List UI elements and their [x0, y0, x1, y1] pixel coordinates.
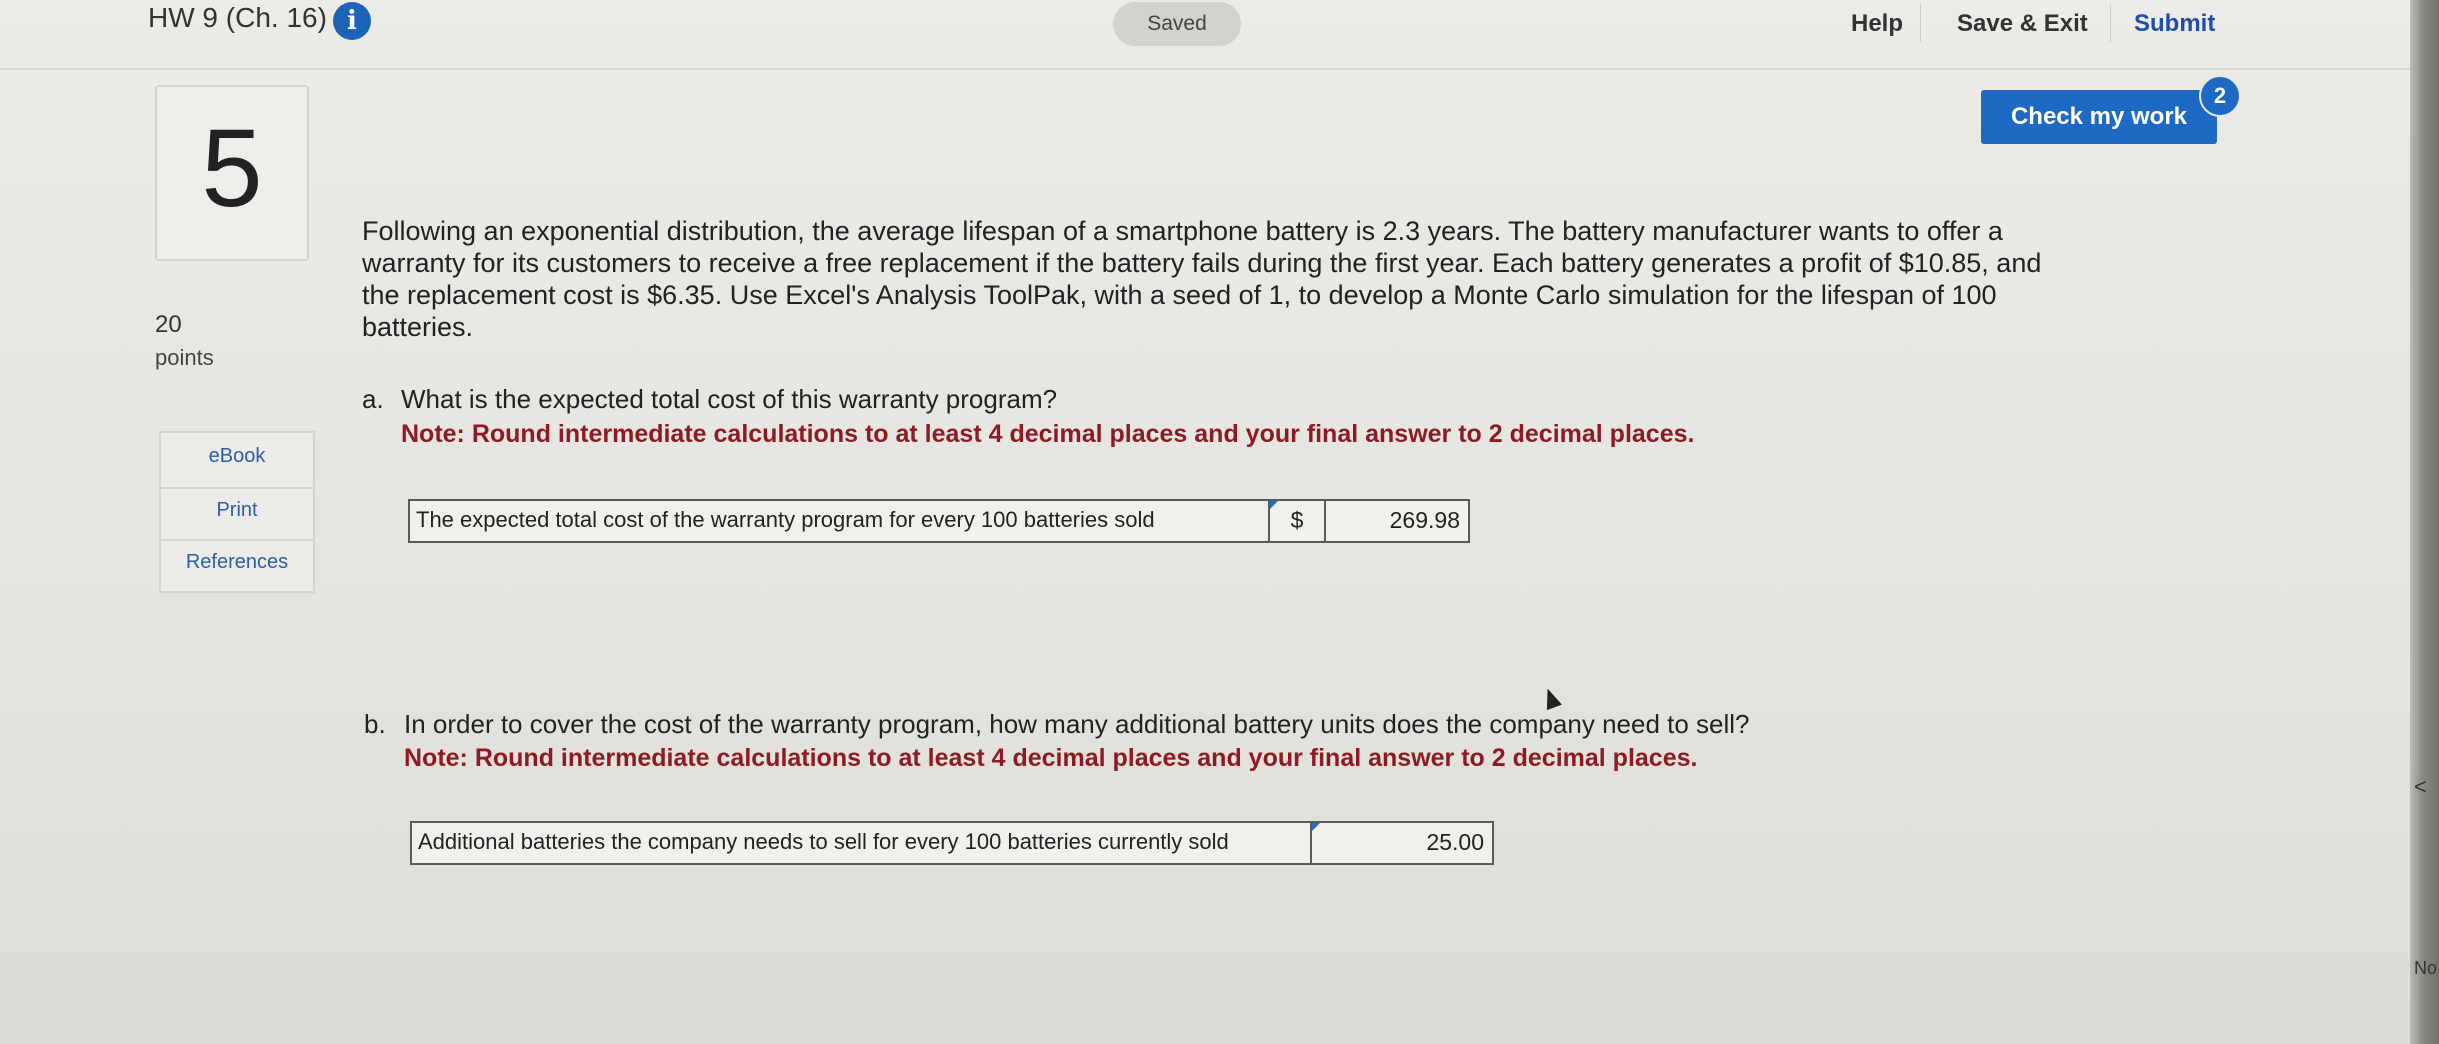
check-my-work-button[interactable]: Check my work: [1981, 90, 2217, 144]
help-link[interactable]: Help: [1851, 10, 1903, 38]
question-number: 5: [201, 107, 263, 230]
part-a-answer-row: The expected total cost of the warranty …: [408, 499, 1470, 543]
part-a-note: Note: Round intermediate calculations to…: [401, 420, 1695, 448]
info-icon[interactable]: i: [333, 2, 371, 40]
answer-flag-icon: [1270, 501, 1278, 509]
points-label: points: [155, 345, 214, 370]
references-link[interactable]: References: [161, 551, 313, 574]
part-a-currency-cell: $: [1270, 501, 1326, 541]
part-b-answer-input[interactable]: 25.00: [1312, 823, 1488, 863]
part-b-row-label: Additional batteries the company needs t…: [412, 823, 1312, 863]
part-b-answer-value: 25.00: [1426, 829, 1484, 855]
saved-status-badge: Saved: [1113, 2, 1241, 46]
question-number-card: 5: [155, 85, 309, 261]
part-a-letter: a.: [362, 384, 384, 414]
nav-divider: [1920, 4, 1921, 42]
submit-link[interactable]: Submit: [2134, 10, 2215, 38]
attempts-remaining-badge: 2: [2199, 75, 2241, 117]
resources-panel: eBook Print References: [159, 431, 315, 593]
resources-divider: [161, 539, 313, 541]
assignment-title: HW 9 (Ch. 16): [148, 2, 327, 33]
question-stem: Following an exponential distribution, t…: [362, 216, 2042, 342]
print-link[interactable]: Print: [161, 499, 313, 522]
browser-viewport: HW 9 (Ch. 16) i Saved Help Save & Exit S…: [0, 0, 2410, 1044]
part-a-answer-input[interactable]: 269.98: [1326, 501, 1464, 541]
nav-divider: [2110, 4, 2111, 42]
chevron-left-icon[interactable]: <: [2414, 774, 2427, 800]
currency-symbol: $: [1290, 507, 1304, 533]
points-value: 20: [155, 311, 182, 338]
mouse-cursor-icon: [1540, 685, 1562, 711]
part-a-question: What is the expected total cost of this …: [401, 384, 1058, 414]
resources-divider: [161, 487, 313, 489]
save-exit-link[interactable]: Save & Exit: [1957, 10, 2088, 38]
part-b-question: In order to cover the cost of the warran…: [404, 709, 1750, 739]
part-a-row-label: The expected total cost of the warranty …: [410, 501, 1270, 541]
adjacent-window-strip: < No: [2410, 0, 2439, 1044]
part-b-letter: b.: [364, 709, 386, 739]
ebook-link[interactable]: eBook: [161, 445, 313, 468]
answer-flag-icon: [1312, 823, 1320, 831]
part-b-note: Note: Round intermediate calculations to…: [404, 744, 1698, 772]
part-b-answer-row: Additional batteries the company needs t…: [410, 821, 1494, 865]
side-strip-text: No: [2414, 958, 2438, 978]
assignment-header: HW 9 (Ch. 16) i Saved Help Save & Exit S…: [0, 0, 2410, 70]
